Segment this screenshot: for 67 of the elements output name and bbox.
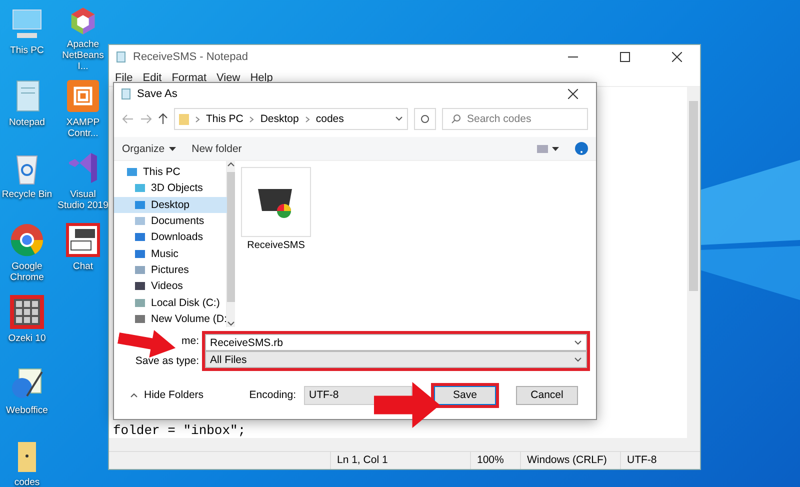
field-label: Save as type: bbox=[135, 355, 199, 367]
search-field[interactable]: Search codes bbox=[442, 108, 588, 130]
menu-item[interactable]: View bbox=[216, 72, 240, 84]
nav-item[interactable]: 3D Objects bbox=[114, 180, 227, 197]
menu-item[interactable]: Help bbox=[250, 72, 273, 84]
breadcrumb[interactable]: Desktop bbox=[260, 113, 299, 125]
nav-scrollbar[interactable] bbox=[226, 161, 235, 327]
chevron-down-icon bbox=[574, 356, 582, 362]
status-text: UTF-8 bbox=[620, 452, 700, 469]
nav-item[interactable]: Documents bbox=[114, 212, 227, 230]
desktop-icon-label[interactable]: Weboffice bbox=[0, 405, 54, 416]
refresh-button[interactable] bbox=[414, 108, 436, 130]
chevron-right-icon bbox=[249, 116, 254, 122]
window-title: ReceiveSMS - Notepad bbox=[133, 51, 249, 63]
file-thumbnail[interactable] bbox=[241, 167, 311, 237]
chevron-down-icon[interactable] bbox=[226, 321, 235, 327]
chevron-up-icon[interactable] bbox=[226, 161, 235, 167]
dialog-title: Save As bbox=[137, 88, 178, 100]
vertical-scrollbar[interactable] bbox=[687, 87, 700, 438]
file-name-field[interactable]: ReceiveSMS.rb bbox=[205, 334, 587, 351]
view-options-icon[interactable] bbox=[537, 144, 559, 154]
arrow-drawing bbox=[374, 382, 440, 428]
encoding-label: Encoding: bbox=[249, 389, 296, 401]
status-text: 100% bbox=[470, 452, 520, 469]
folder-icon bbox=[179, 113, 189, 125]
nav-item[interactable]: Pictures bbox=[114, 262, 227, 278]
menu-item[interactable]: Edit bbox=[142, 72, 162, 84]
file-name[interactable]: ReceiveSMS bbox=[247, 240, 305, 251]
desktop-icon-label[interactable]: codes bbox=[0, 477, 54, 487]
help-icon[interactable] bbox=[575, 142, 588, 155]
keypad-icon bbox=[9, 294, 45, 330]
horizontal-scrollbar[interactable] bbox=[109, 438, 700, 451]
chevron-right-icon bbox=[195, 116, 200, 122]
nav-item[interactable]: Desktop bbox=[114, 196, 227, 213]
breadcrumb[interactable]: This PC bbox=[206, 113, 244, 125]
field-label: me: bbox=[181, 335, 199, 347]
chevron-down-icon[interactable] bbox=[395, 116, 403, 122]
caret-icon bbox=[168, 146, 176, 150]
notepad-icon bbox=[120, 88, 132, 100]
nav-item[interactable]: Videos bbox=[114, 278, 227, 294]
up-arrow-icon[interactable] bbox=[158, 113, 168, 125]
refresh-icon bbox=[420, 114, 430, 124]
chevron-down-icon bbox=[574, 340, 582, 346]
circle-logo-icon bbox=[9, 222, 45, 258]
nav-item[interactable]: Music bbox=[114, 245, 227, 262]
nav-item[interactable]: Downloads bbox=[114, 229, 227, 246]
menu-item[interactable]: File bbox=[115, 72, 133, 84]
notepad-icon bbox=[115, 51, 127, 63]
xampp-icon bbox=[65, 78, 101, 114]
chevron-up-icon bbox=[130, 392, 138, 398]
nav-item[interactable]: Local Disk (C:) bbox=[114, 294, 227, 311]
status-text: Ln 1, Col 1 bbox=[330, 452, 470, 469]
breadcrumb[interactable]: codes bbox=[316, 113, 344, 125]
nav-item[interactable]: New Volume (D: bbox=[114, 310, 227, 327]
chevron-right-icon bbox=[304, 116, 310, 122]
nav-item[interactable]: This PC bbox=[114, 164, 227, 180]
code-line: folder = "inbox"; bbox=[113, 424, 247, 438]
chat-icon bbox=[65, 222, 101, 258]
file-type-dropdown[interactable]: All Files bbox=[205, 351, 587, 368]
new-folder-button[interactable]: New folder bbox=[192, 142, 242, 154]
search-icon bbox=[451, 114, 461, 124]
address-bar[interactable]: This PC Desktop codes bbox=[174, 108, 408, 130]
status-text: Windows (CRLF) bbox=[520, 452, 620, 469]
cancel-button[interactable]: Cancel bbox=[516, 386, 578, 404]
organize-button[interactable]: Organize bbox=[122, 142, 176, 154]
hide-folders-button[interactable]: Hide Folders bbox=[124, 388, 210, 402]
menu-item[interactable]: Format bbox=[172, 72, 207, 84]
